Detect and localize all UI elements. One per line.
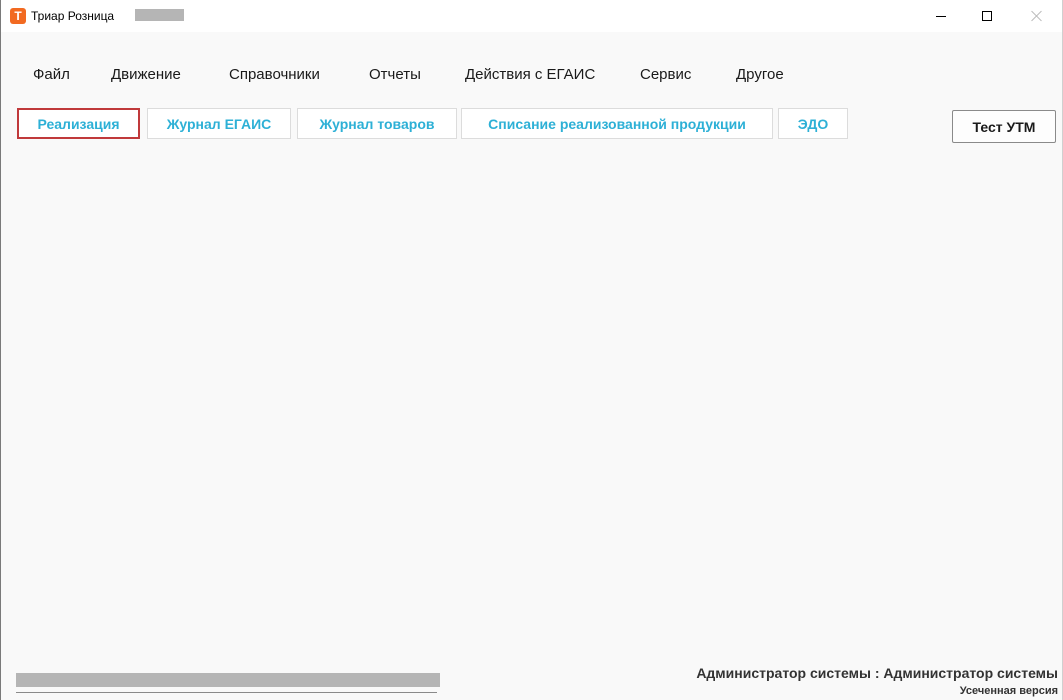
tab-write-off-sold[interactable]: Списание реализованной продукции xyxy=(461,108,773,139)
window-title: Триар Розница xyxy=(31,9,115,23)
maximize-icon xyxy=(982,11,992,21)
menu-bar: Файл Движение Справочники Отчеты Действи… xyxy=(1,60,1062,90)
tab-goods-journal[interactable]: Журнал товаров xyxy=(297,108,457,139)
current-user-label: Администратор системы : Администратор си… xyxy=(696,665,1058,681)
close-icon xyxy=(1031,10,1043,22)
close-button[interactable] xyxy=(1014,0,1060,32)
menu-other[interactable]: Другое xyxy=(736,60,784,90)
status-progress-bar xyxy=(16,673,440,687)
app-window: T Триар Розница Файл Движение Справочник… xyxy=(0,0,1063,700)
tab-egais-journal[interactable]: Журнал ЕГАИС xyxy=(147,108,291,139)
status-divider xyxy=(16,692,437,693)
app-logo-icon: T xyxy=(10,8,26,24)
tab-edo[interactable]: ЭДО xyxy=(778,108,848,139)
menu-file[interactable]: Файл xyxy=(33,60,70,90)
tab-sales[interactable]: Реализация xyxy=(17,108,140,139)
maximize-button[interactable] xyxy=(964,0,1010,32)
menu-service[interactable]: Сервис xyxy=(640,60,691,90)
minimize-button[interactable] xyxy=(918,0,964,32)
menu-reports[interactable]: Отчеты xyxy=(369,60,421,90)
title-bar: T Триар Розница xyxy=(1,0,1062,32)
menu-egais-actions[interactable]: Действия с ЕГАИС xyxy=(465,60,595,90)
title-redacted-block xyxy=(135,9,184,21)
menu-references[interactable]: Справочники xyxy=(229,60,320,90)
menu-movement[interactable]: Движение xyxy=(111,60,181,90)
test-utm-button[interactable]: Тест УТМ xyxy=(952,110,1056,143)
version-label: Усеченная версия xyxy=(959,685,1058,697)
minimize-icon xyxy=(936,15,946,17)
